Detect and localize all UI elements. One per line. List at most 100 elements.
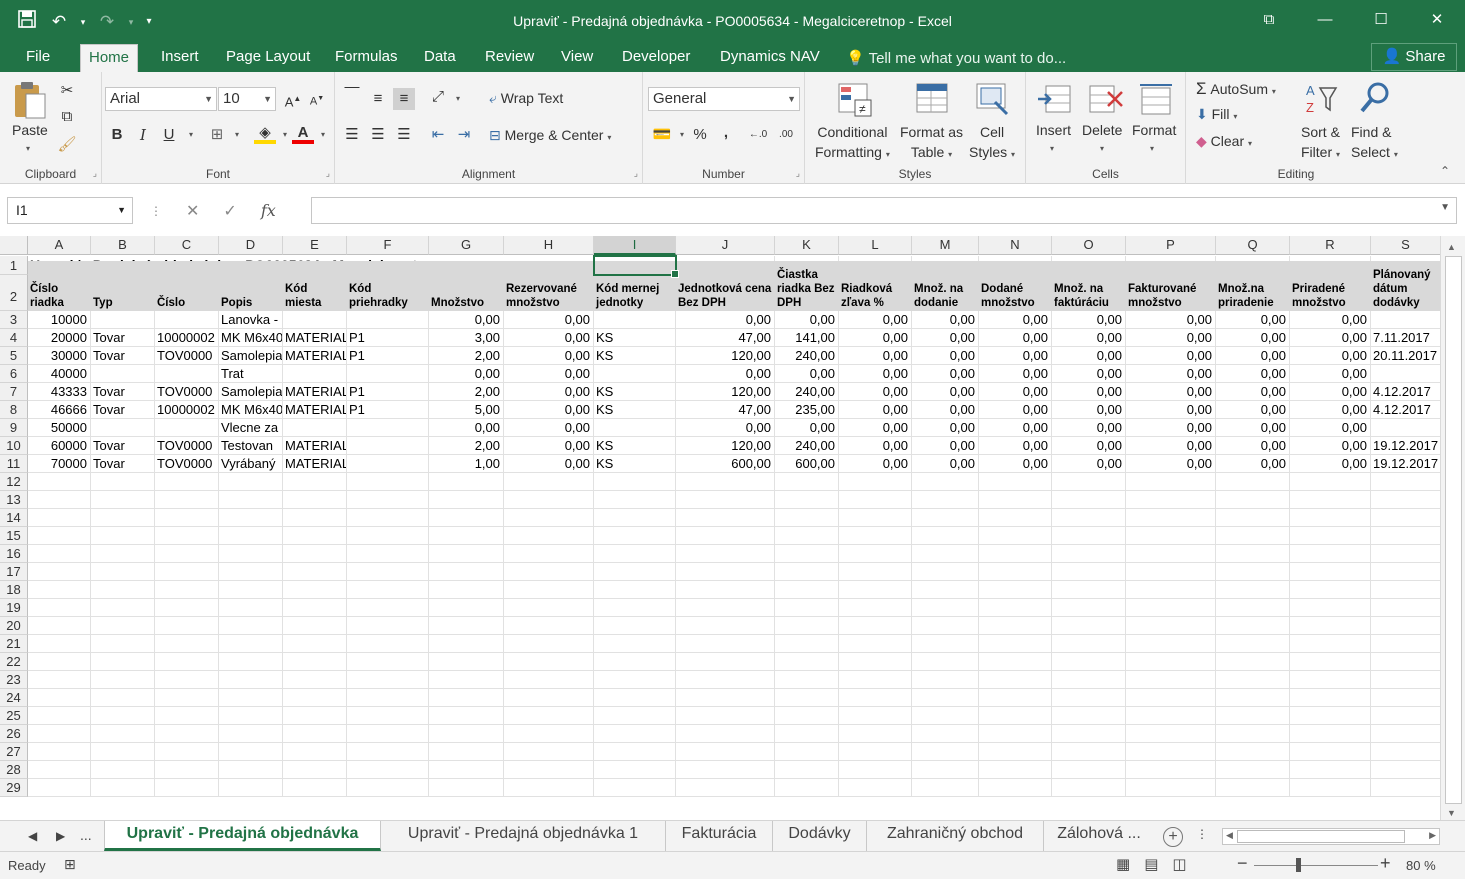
table-cell[interactable]: 2,00 <box>429 347 504 365</box>
empty-cell[interactable] <box>91 761 155 779</box>
empty-cell[interactable] <box>775 545 839 563</box>
table-cell[interactable]: 0,00 <box>912 329 979 347</box>
empty-cell[interactable] <box>1052 473 1126 491</box>
empty-cell[interactable] <box>219 473 283 491</box>
table-cell[interactable] <box>91 419 155 437</box>
empty-cell[interactable] <box>155 563 219 581</box>
empty-cell[interactable] <box>1126 743 1216 761</box>
empty-cell[interactable] <box>1052 671 1126 689</box>
empty-cell[interactable] <box>594 581 676 599</box>
empty-cell[interactable] <box>676 617 775 635</box>
empty-cell[interactable] <box>775 689 839 707</box>
empty-cell[interactable] <box>1052 743 1126 761</box>
wrap-text-button[interactable]: ⤶ Wrap Text <box>489 90 563 107</box>
empty-cell[interactable] <box>504 617 594 635</box>
merge-center-button[interactable]: ⊟ Merge & Center ▾ <box>489 127 611 144</box>
cell-styles-icon[interactable] <box>975 82 1011 120</box>
empty-cell[interactable] <box>283 617 347 635</box>
empty-cell[interactable] <box>676 653 775 671</box>
delete-dropdown-icon[interactable]: ▾ <box>1100 144 1104 153</box>
column-header-j[interactable]: J <box>676 236 775 255</box>
empty-cell[interactable] <box>28 509 91 527</box>
empty-cell[interactable] <box>28 599 91 617</box>
empty-cell[interactable] <box>912 545 979 563</box>
zoom-level[interactable]: 80 % <box>1406 858 1436 873</box>
empty-cell[interactable] <box>429 473 504 491</box>
table-cell[interactable]: 0,00 <box>839 365 912 383</box>
empty-cell[interactable] <box>979 779 1052 797</box>
orientation-dropdown-icon[interactable]: ▾ <box>447 88 469 110</box>
empty-cell[interactable] <box>219 761 283 779</box>
align-right-icon[interactable]: ☰ <box>393 124 415 146</box>
empty-cell[interactable] <box>1126 707 1216 725</box>
align-bottom-icon[interactable]: ≡ <box>393 88 415 110</box>
empty-cell[interactable] <box>91 779 155 797</box>
empty-cell[interactable] <box>504 653 594 671</box>
empty-cell[interactable] <box>283 671 347 689</box>
table-cell[interactable]: 0,00 <box>979 437 1052 455</box>
empty-cell[interactable] <box>28 653 91 671</box>
empty-cell[interactable] <box>347 563 429 581</box>
percent-button[interactable]: % <box>689 124 711 146</box>
empty-cell[interactable] <box>219 617 283 635</box>
empty-cell[interactable] <box>912 725 979 743</box>
empty-cell[interactable] <box>91 743 155 761</box>
empty-cell[interactable] <box>676 671 775 689</box>
table-cell[interactable]: 0,00 <box>1290 329 1371 347</box>
empty-cell[interactable] <box>504 581 594 599</box>
empty-cell[interactable] <box>594 599 676 617</box>
empty-cell[interactable] <box>429 509 504 527</box>
empty-cell[interactable] <box>979 563 1052 581</box>
page-layout-view-icon[interactable]: ▤ <box>1144 855 1158 873</box>
column-header-i[interactable]: I <box>594 236 676 255</box>
table-cell[interactable]: 19.12.2017 <box>1371 455 1440 473</box>
table-cell[interactable]: 0,00 <box>912 347 979 365</box>
row-header-22[interactable]: 22 <box>0 653 28 671</box>
table-cell[interactable] <box>155 311 219 329</box>
empty-cell[interactable] <box>1216 599 1290 617</box>
table-cell[interactable]: 600,00 <box>775 455 839 473</box>
table-cell[interactable] <box>347 311 429 329</box>
table-cell[interactable]: 0,00 <box>1290 347 1371 365</box>
font-name-select[interactable]: Arial ▼ <box>105 87 217 111</box>
add-sheet-icon[interactable]: + <box>1163 827 1183 847</box>
empty-cell[interactable] <box>912 689 979 707</box>
column-header-r[interactable]: R <box>1290 236 1371 255</box>
fill-color-icon[interactable]: ◈ <box>254 122 276 144</box>
empty-cell[interactable] <box>676 581 775 599</box>
empty-cell[interactable] <box>429 725 504 743</box>
table-cell[interactable]: KS <box>594 455 676 473</box>
table-cell[interactable]: 46666 <box>28 401 91 419</box>
empty-cell[interactable] <box>839 473 912 491</box>
column-header-b[interactable]: B <box>91 236 155 255</box>
empty-cell[interactable] <box>1290 617 1371 635</box>
column-title-12[interactable]: Množ. na dodanie <box>912 261 979 311</box>
empty-cell[interactable] <box>504 599 594 617</box>
table-cell[interactable]: 2,00 <box>429 383 504 401</box>
cell-styles-button[interactable]: Cell Styles ▾ <box>969 122 1015 165</box>
column-title-13[interactable]: Dodané množstvo <box>979 261 1052 311</box>
table-cell[interactable]: 0,00 <box>1126 419 1216 437</box>
table-cell[interactable]: 0,00 <box>504 437 594 455</box>
minimize-button[interactable]: — <box>1297 0 1353 40</box>
table-cell[interactable]: 5,00 <box>429 401 504 419</box>
align-left-icon[interactable]: ☰ <box>341 124 363 146</box>
table-cell[interactable]: 10000 <box>28 311 91 329</box>
empty-cell[interactable] <box>1126 653 1216 671</box>
empty-cell[interactable] <box>283 599 347 617</box>
column-title-3[interactable]: Popis <box>219 261 283 311</box>
table-cell[interactable]: 20.11.2017 <box>1371 347 1440 365</box>
row-header-14[interactable]: 14 <box>0 509 28 527</box>
table-cell[interactable]: 0,00 <box>1052 437 1126 455</box>
empty-cell[interactable] <box>839 743 912 761</box>
column-title-11[interactable]: Riadková zľava % <box>839 261 912 311</box>
table-cell[interactable]: 0,00 <box>979 455 1052 473</box>
table-cell[interactable]: 141,00 <box>775 329 839 347</box>
expand-formula-icon[interactable]: ▼ <box>1440 202 1450 213</box>
table-cell[interactable] <box>594 311 676 329</box>
empty-cell[interactable] <box>1126 779 1216 797</box>
empty-cell[interactable] <box>219 671 283 689</box>
empty-cell[interactable] <box>839 707 912 725</box>
find-select-icon[interactable] <box>1358 80 1394 118</box>
empty-cell[interactable] <box>155 473 219 491</box>
